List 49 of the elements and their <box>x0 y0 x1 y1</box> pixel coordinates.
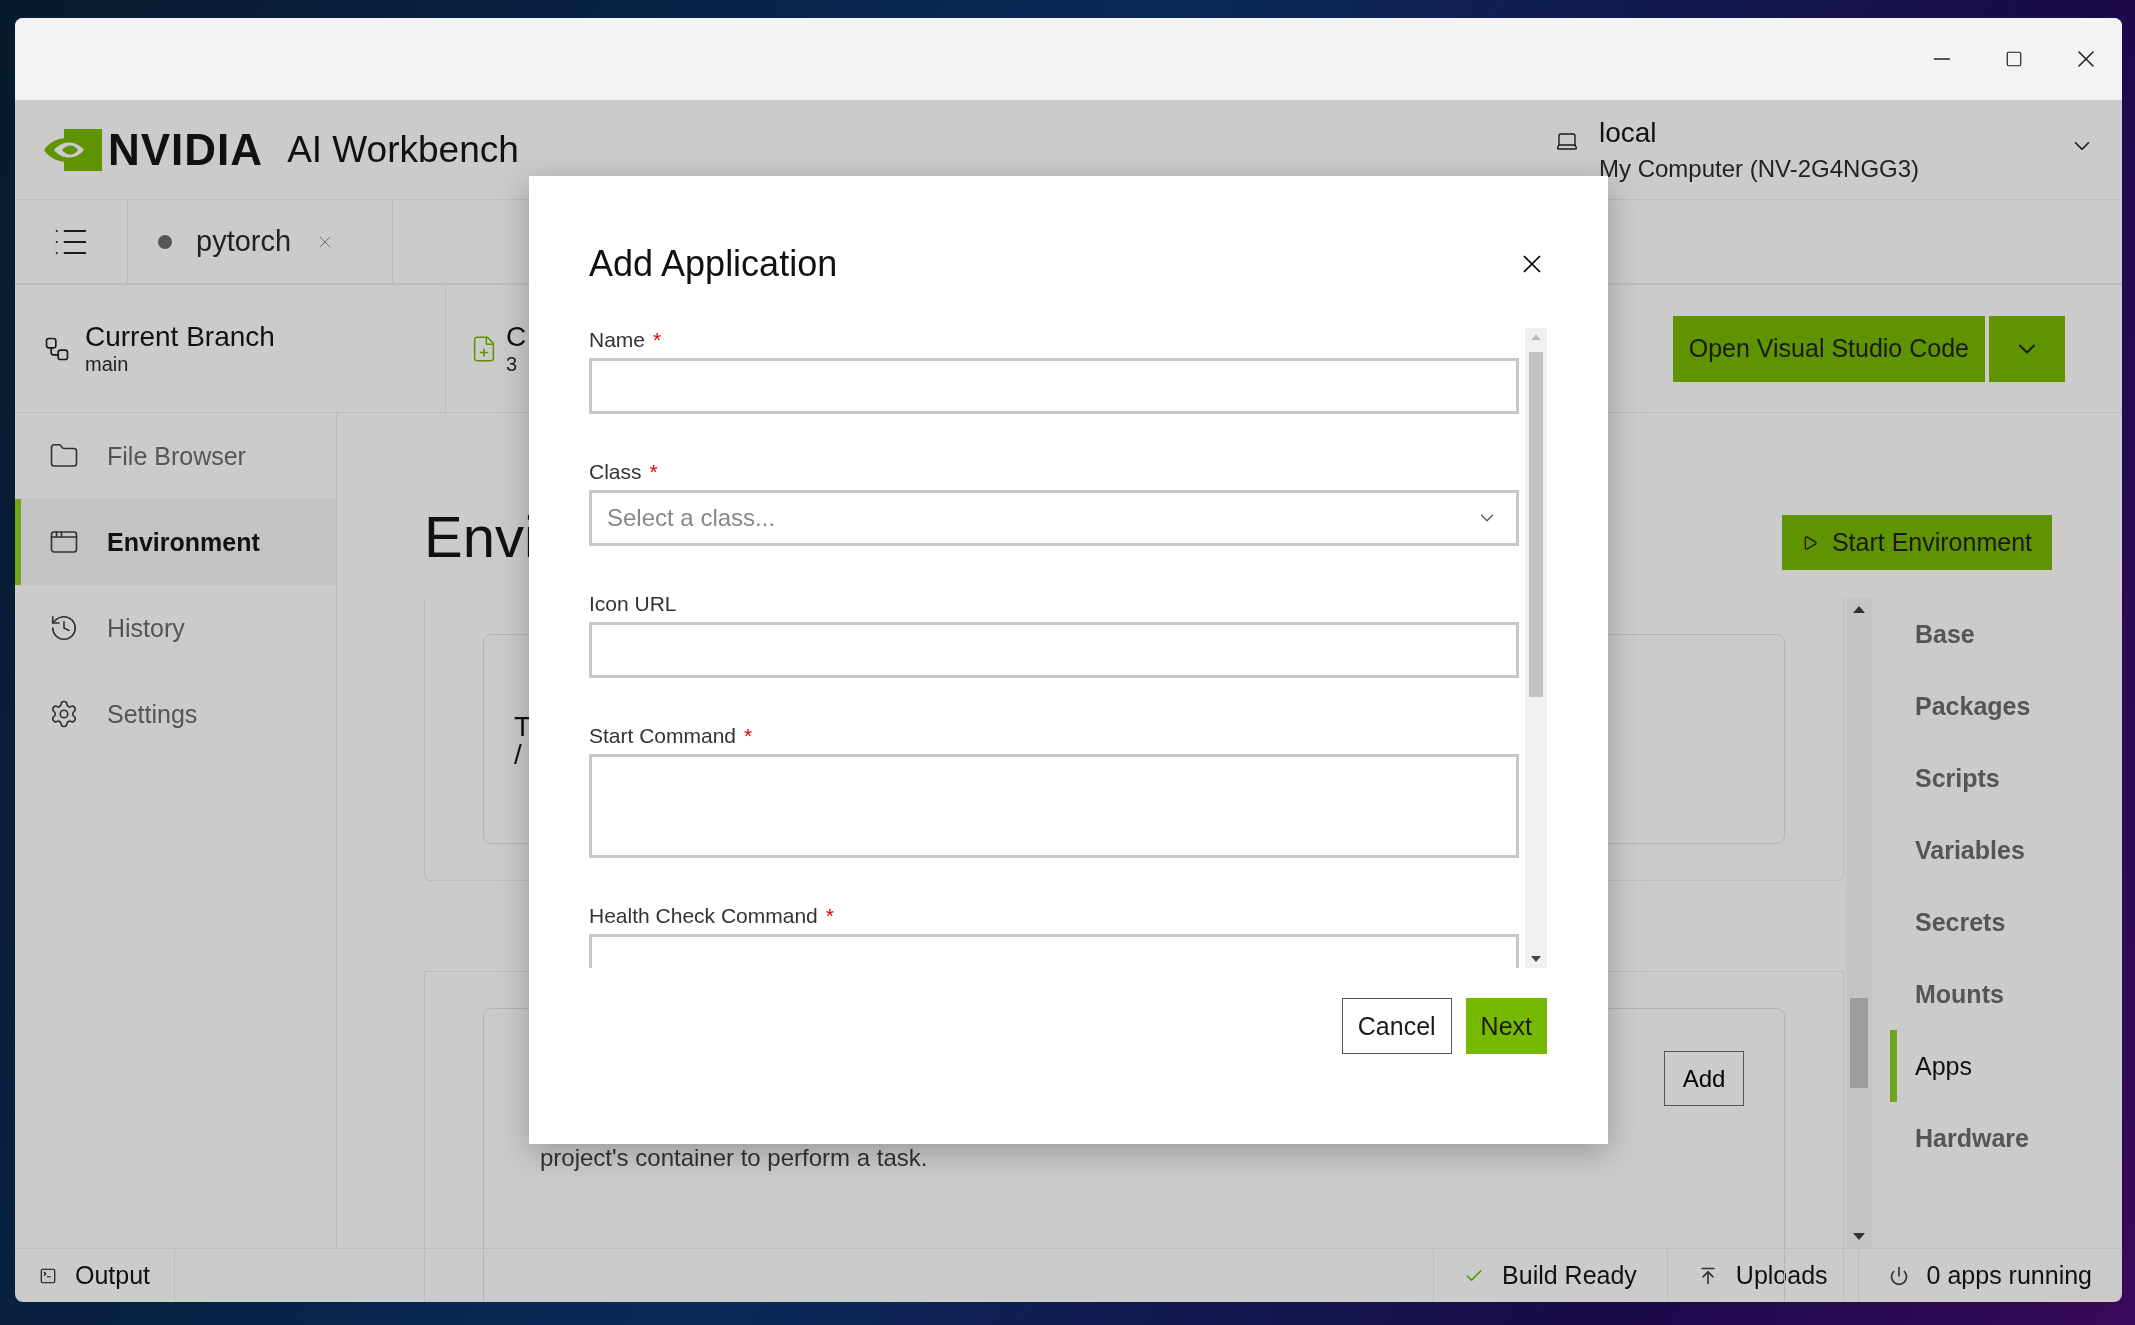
card-text: T <box>514 713 532 741</box>
status-item[interactable]: Uploads <box>1666 1249 1858 1302</box>
section-nav-item[interactable]: Scripts <box>1890 742 2031 814</box>
open-editor-button[interactable]: Open Visual Studio Code <box>1672 315 1985 382</box>
card-description: project's container to perform a task. <box>540 1144 929 1172</box>
text-field[interactable] <box>589 358 1519 414</box>
location-name: local <box>1599 116 1658 149</box>
section-nav-item[interactable]: Packages <box>1890 670 2031 742</box>
status-dot <box>158 234 172 249</box>
next-button[interactable]: Next <box>1465 998 1547 1054</box>
status-item[interactable]: 0 apps running <box>1857 1249 2122 1302</box>
sidebar-item[interactable]: Environment <box>15 499 336 585</box>
class-dropdown[interactable]: Select a class... <box>589 490 1519 546</box>
field-label: Name * <box>589 328 663 352</box>
field-label: Health Check Command * <box>589 904 835 928</box>
sidebar-item[interactable]: Settings <box>15 671 336 757</box>
changes-count: 3 <box>506 353 519 376</box>
output-button[interactable]: Output <box>15 1249 176 1302</box>
section-nav-item[interactable]: Variables <box>1890 814 2031 886</box>
field-label: Class * <box>589 460 659 484</box>
brand-name: NVIDIA <box>108 124 264 175</box>
app-name: AI Workbench <box>287 128 519 171</box>
start-environment-button[interactable]: Start Environment <box>1781 515 2052 570</box>
branch-title: Current Branch <box>85 321 275 353</box>
dialog-title: Add Application <box>589 243 838 285</box>
text-field[interactable] <box>589 622 1519 678</box>
nvidia-logo-icon <box>42 128 102 171</box>
section-nav-item[interactable]: Secrets <box>1890 886 2031 958</box>
sidebar-item[interactable]: File Browser <box>15 413 336 499</box>
field-label: Icon URL <box>589 592 678 616</box>
settings-icon <box>49 699 79 729</box>
card-text: / <box>514 741 522 769</box>
terminal-icon <box>39 1266 57 1285</box>
cancel-button[interactable]: Cancel <box>1341 998 1452 1054</box>
maximize-icon[interactable] <box>2005 50 2023 68</box>
section-nav-item[interactable]: Apps <box>1890 1030 2031 1102</box>
tab-label: pytorch <box>196 225 292 258</box>
branch-name: main <box>85 353 130 376</box>
add-button[interactable]: Add <box>1664 1051 1744 1106</box>
status-item[interactable]: Build Ready <box>1433 1249 1667 1302</box>
history-icon <box>49 613 79 643</box>
sidebar-item[interactable]: History <box>15 585 336 671</box>
location-detail: My Computer (NV-2G4NGG3) <box>1599 154 1921 183</box>
section-nav-item[interactable]: Base <box>1890 598 2031 670</box>
section-nav-item[interactable]: Hardware <box>1890 1102 2031 1174</box>
power-icon <box>1888 1265 1909 1286</box>
changes-title: C <box>506 321 527 353</box>
section-nav-item[interactable]: Mounts <box>1890 958 2031 1030</box>
field-label: Start Command * <box>589 724 754 748</box>
